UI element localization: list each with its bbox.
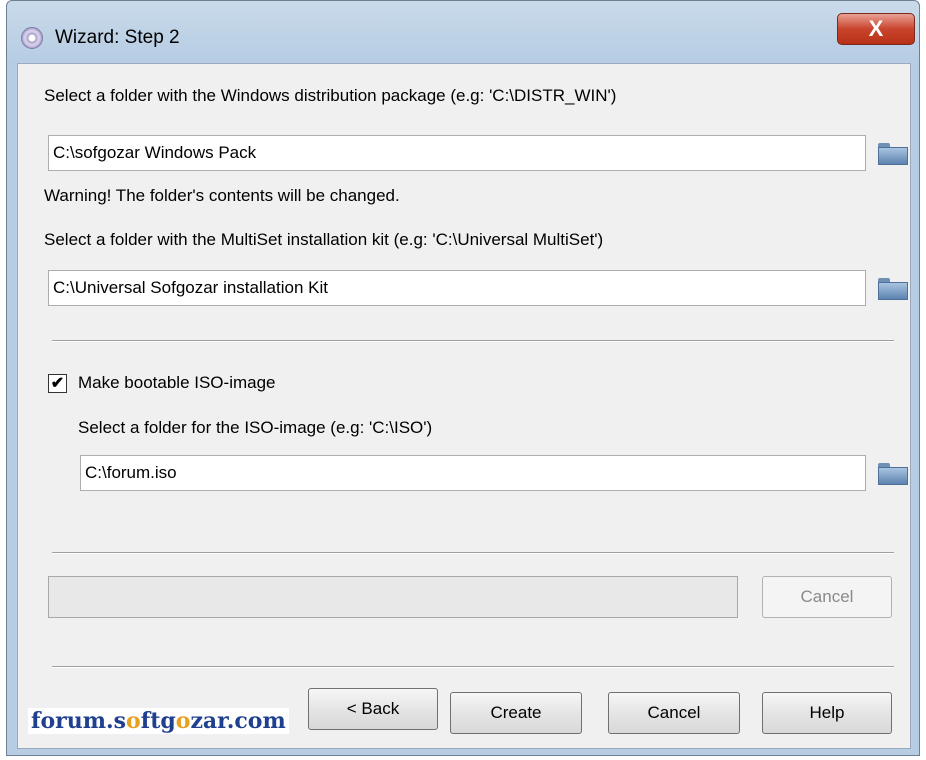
iso-path-field[interactable]: C:\forum.iso: [80, 455, 866, 491]
folder-icon[interactable]: [878, 276, 908, 300]
warning-text: Warning! The folder's contents will be c…: [44, 186, 400, 205]
bootable-iso-checkbox[interactable]: ✔: [48, 374, 67, 393]
wizard-window: Wizard: Step 2 X Select a folder with th…: [6, 0, 920, 756]
disc-icon: [21, 27, 43, 49]
help-button[interactable]: Help: [762, 692, 892, 734]
close-button[interactable]: X: [837, 13, 915, 45]
bootable-iso-label[interactable]: Make bootable ISO-image: [78, 373, 276, 393]
multiset-path-field[interactable]: C:\Universal Sofgozar installation Kit: [48, 270, 866, 306]
watermark-logo: forum.softgozar.com: [28, 708, 289, 734]
window-title: Wizard: Step 2: [55, 27, 180, 48]
create-button[interactable]: Create: [450, 692, 582, 734]
distribution-label: Select a folder with the Windows distrib…: [44, 86, 617, 105]
separator: [52, 666, 894, 668]
separator: [52, 552, 894, 554]
distribution-path-field[interactable]: C:\sofgozar Windows Pack: [48, 135, 866, 171]
dialog-body: Select a folder with the Windows distrib…: [17, 63, 911, 749]
back-button[interactable]: < Back: [308, 688, 438, 730]
folder-icon[interactable]: [878, 461, 908, 485]
separator: [52, 340, 894, 342]
folder-icon[interactable]: [878, 141, 908, 165]
title-bar[interactable]: Wizard: Step 2 X: [7, 1, 919, 63]
progress-bar: [48, 576, 738, 618]
iso-folder-label: Select a folder for the ISO-image (e.g: …: [78, 418, 433, 437]
multiset-label: Select a folder with the MultiSet instal…: [44, 230, 604, 249]
progress-cancel-button[interactable]: Cancel: [762, 576, 892, 618]
cancel-button[interactable]: Cancel: [608, 692, 740, 734]
